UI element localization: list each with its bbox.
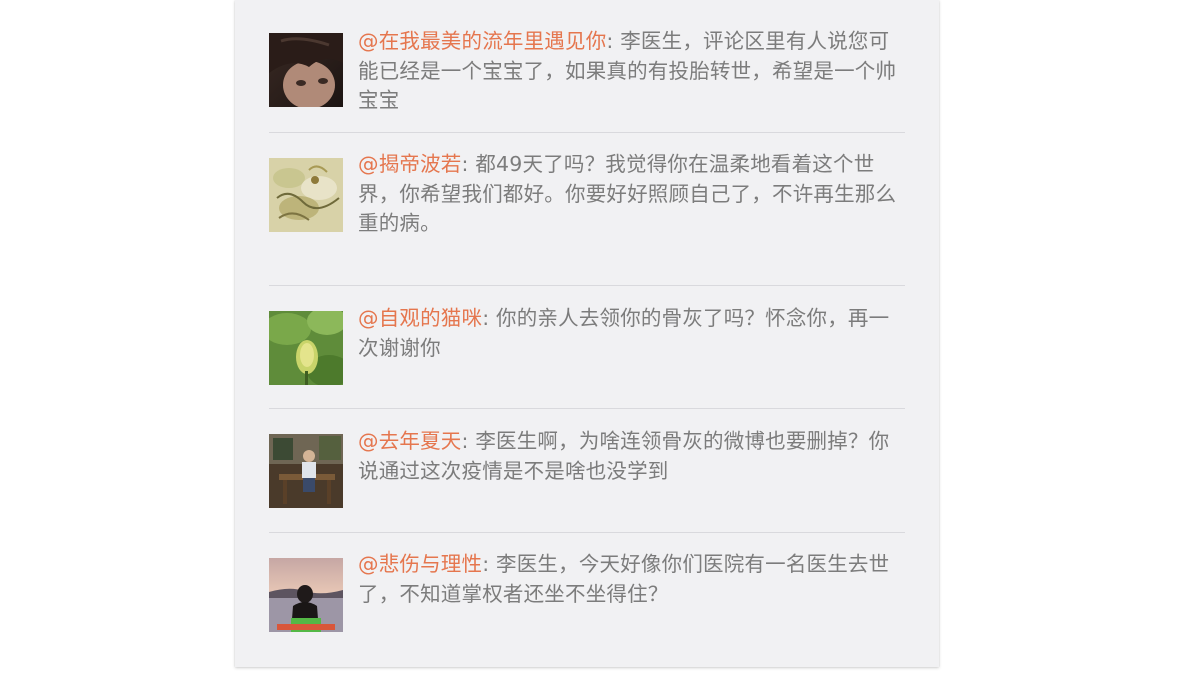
avatar[interactable] bbox=[269, 33, 343, 107]
avatar-image bbox=[269, 558, 343, 632]
comment-text: @悲伤与理性: 李医生，今天好像你们医院有一名医生去世了，不知道掌权者还坐不坐得… bbox=[358, 550, 903, 609]
avatar[interactable] bbox=[269, 434, 343, 508]
avatar-image bbox=[269, 434, 343, 508]
comment-text: @在我最美的流年里遇见你: 李医生，评论区里有人说您可能已经是一个宝宝了，如果真… bbox=[358, 27, 903, 116]
avatar-image bbox=[269, 33, 343, 107]
comment-text: @去年夏天: 李医生啊，为啥连领骨灰的微博也要删掉？你说通过这次疫情是不是啥也没… bbox=[358, 427, 903, 486]
comment-username-link[interactable]: @在我最美的流年里遇见你 bbox=[358, 29, 606, 53]
comment-text: @自观的猫咪: 你的亲人去领你的骨灰了吗？怀念你，再一次谢谢你 bbox=[358, 304, 903, 363]
comment-username-link[interactable]: @悲伤与理性 bbox=[358, 552, 482, 576]
divider bbox=[269, 132, 905, 133]
comment-username-link[interactable]: @揭帝波若 bbox=[358, 152, 462, 176]
comment-text: @揭帝波若: 都49天了吗？我觉得你在温柔地看着这个世界，你希望我们都好。你要好… bbox=[358, 150, 903, 239]
avatar-image bbox=[269, 311, 343, 385]
divider bbox=[269, 285, 905, 286]
comment-username-link[interactable]: @自观的猫咪 bbox=[358, 306, 482, 330]
divider bbox=[269, 408, 905, 409]
avatar[interactable] bbox=[269, 158, 343, 232]
avatar-image bbox=[269, 158, 343, 232]
divider bbox=[269, 532, 905, 533]
avatar[interactable] bbox=[269, 558, 343, 632]
avatar[interactable] bbox=[269, 311, 343, 385]
comment-panel: @在我最美的流年里遇见你: 李医生，评论区里有人说您可能已经是一个宝宝了，如果真… bbox=[235, 0, 939, 667]
comment-username-link[interactable]: @去年夏天 bbox=[358, 429, 462, 453]
